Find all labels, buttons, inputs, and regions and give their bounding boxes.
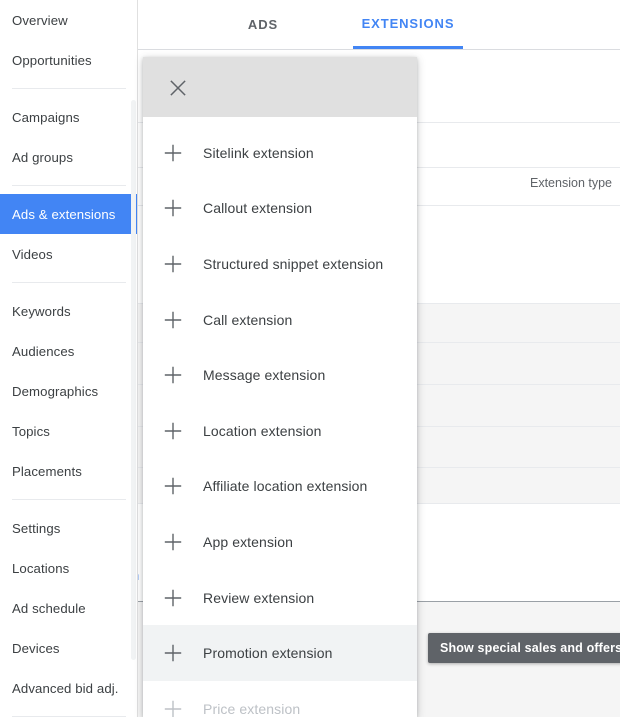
sidebar-item-topics[interactable]: Topics: [0, 411, 138, 451]
extension-option-app-extension[interactable]: App extension: [143, 514, 417, 570]
plus-icon: [143, 643, 203, 663]
sidebar-item-label: Ad groups: [12, 149, 74, 165]
sidebar-item-locations[interactable]: Locations: [0, 548, 138, 588]
sidebar-item-label: Placements: [12, 463, 82, 479]
extension-option-label: Callout extension: [203, 200, 313, 217]
sidebar-item-label: Videos: [12, 246, 53, 262]
sidebar-item-label: Demographics: [12, 383, 99, 399]
sidebar-item-label: Devices: [12, 640, 60, 656]
extension-option-message-extension[interactable]: Message extension: [143, 347, 417, 403]
sidebar-item-label: Keywords: [12, 303, 71, 319]
sidebar-item-devices[interactable]: Devices: [0, 628, 138, 668]
tab-ads[interactable]: ADS: [208, 0, 318, 49]
extension-option-label: Location extension: [203, 422, 322, 439]
sidebar-item-label: Opportunities: [12, 52, 92, 68]
extension-option-label: Sitelink extension: [203, 144, 314, 161]
tab-extensions-label: EXTENSIONS: [361, 15, 455, 31]
plus-icon: [143, 310, 203, 330]
plus-icon: [143, 699, 203, 717]
extension-option-label: Message extension: [203, 367, 326, 384]
extension-option-location-extension[interactable]: Location extension: [143, 403, 417, 459]
sidebar-item-videos[interactable]: Videos: [0, 234, 138, 274]
sidebar-divider: [12, 88, 126, 89]
extension-option-price-extension: Price extension: [143, 681, 417, 717]
sidebar-item-label: Audiences: [12, 343, 75, 359]
sidebar-scrollbar[interactable]: [131, 100, 136, 660]
sidebar-item-label: Advanced bid adj.: [12, 680, 119, 696]
plus-icon: [143, 532, 203, 552]
sidebar-item-label: Overview: [12, 12, 68, 28]
tooltip: Show special sales and offers: [428, 633, 620, 663]
extension-option-label: Review extension: [203, 589, 315, 606]
sidebar-item-ads-extensions[interactable]: Ads & extensions: [0, 194, 138, 234]
sidebar-item-label: Settings: [12, 520, 61, 536]
extension-option-callout-extension[interactable]: Callout extension: [143, 181, 417, 237]
plus-icon: [143, 421, 203, 441]
extension-option-label: Structured snippet extension: [203, 255, 384, 272]
plus-icon: [143, 198, 203, 218]
sidebar-item-label: Ad schedule: [12, 600, 86, 616]
sidebar-item-keywords[interactable]: Keywords: [0, 291, 138, 331]
sidebar-item-opportunities[interactable]: Opportunities: [0, 40, 138, 80]
extension-option-label: Promotion extension: [203, 645, 333, 662]
sidebar-item-audiences[interactable]: Audiences: [0, 331, 138, 371]
extension-option-affiliate-location-extension[interactable]: Affiliate location extension: [143, 459, 417, 515]
dropdown-header: [143, 57, 417, 117]
sidebar-item-label: Locations: [12, 560, 70, 576]
extension-type-list: Sitelink extension Callout extension Struc…: [143, 117, 417, 717]
sidebar-item-demographics[interactable]: Demographics: [0, 371, 138, 411]
tab-bar: ADS EXTENSIONS: [138, 0, 620, 50]
extension-option-review-extension[interactable]: Review extension: [143, 570, 417, 626]
sidebar-item-settings[interactable]: Settings: [0, 508, 138, 548]
sidebar-nav: Overview Opportunities Campaigns Ad groups A…: [0, 0, 138, 717]
sidebar-item-label: Ads & extensions: [12, 206, 116, 222]
sidebar-item-campaigns[interactable]: Campaigns: [0, 97, 138, 137]
extension-option-label: App extension: [203, 533, 294, 550]
sidebar-item-advanced-bid-adj[interactable]: Advanced bid adj.: [0, 668, 138, 708]
sidebar-item-ad-groups[interactable]: Ad groups: [0, 137, 138, 177]
sidebar-item-placements[interactable]: Placements: [0, 451, 138, 491]
sidebar-groups: Overview Opportunities Campaigns Ad groups A…: [0, 0, 138, 717]
extension-option-sitelink-extension[interactable]: Sitelink extension: [143, 125, 417, 181]
tab-extensions[interactable]: EXTENSIONS: [353, 0, 463, 49]
extension-type-dropdown: Sitelink extension Callout extension Struc…: [143, 57, 417, 717]
sidebar-item-ad-schedule[interactable]: Ad schedule: [0, 588, 138, 628]
plus-icon: [143, 588, 203, 608]
sidebar-divider: [12, 499, 126, 500]
plus-icon: [143, 476, 203, 496]
sidebar-divider: [12, 282, 126, 283]
extension-option-promotion-extension[interactable]: Promotion extension: [143, 625, 417, 681]
plus-icon: [143, 365, 203, 385]
sidebar-item-label: Campaigns: [12, 109, 80, 125]
plus-icon: [143, 143, 203, 163]
extension-option-label: Price extension: [203, 700, 301, 717]
extension-option-structured-snippet-extension[interactable]: Structured snippet extension: [143, 236, 417, 292]
app-root: ADS EXTENSIONS Extension type n more: [0, 0, 620, 717]
close-icon[interactable]: [165, 75, 191, 101]
tab-ads-label: ADS: [247, 17, 279, 32]
sidebar-divider: [12, 185, 126, 186]
extension-option-call-extension[interactable]: Call extension: [143, 292, 417, 348]
sidebar-item-label: Topics: [12, 423, 50, 439]
extension-option-label: Call extension: [203, 311, 293, 328]
sidebar-border: [137, 0, 138, 717]
sidebar-item-overview[interactable]: Overview: [0, 0, 138, 40]
tooltip-text: Show special sales and offers: [440, 641, 620, 655]
plus-icon: [143, 254, 203, 274]
column-header-extension-type: Extension type: [530, 176, 612, 190]
extension-option-label: Affiliate location extension: [203, 478, 368, 495]
